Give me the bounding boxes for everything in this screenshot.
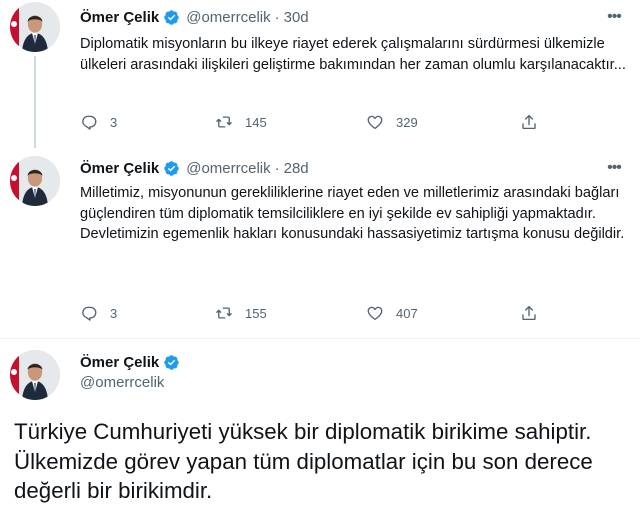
separator-dot: · xyxy=(274,159,280,177)
like-count: 329 xyxy=(396,114,418,130)
author-handle[interactable]: @omerrcelik xyxy=(186,9,270,26)
like-button[interactable]: 407 xyxy=(366,303,418,323)
timestamp[interactable]: 28d xyxy=(284,160,309,177)
author-name[interactable]: Ömer Çelik xyxy=(80,9,159,26)
tweet-1[interactable]: Ömer Çelik @omerrcelik · 30d ••• Diploma… xyxy=(0,0,640,148)
like-button[interactable]: 329 xyxy=(366,112,418,132)
featured-tweet-text: Türkiye Cumhuriyeti yüksek bir diplomati… xyxy=(14,419,593,503)
retweet-count: 155 xyxy=(245,305,267,321)
author-name[interactable]: Ömer Çelik xyxy=(80,160,159,177)
share-icon xyxy=(520,304,538,322)
share-button[interactable] xyxy=(520,112,538,132)
timestamp[interactable]: 30d xyxy=(284,9,309,26)
verified-badge-icon xyxy=(163,9,180,26)
author-name[interactable]: Ömer Çelik xyxy=(80,354,159,371)
like-icon xyxy=(366,304,384,322)
verified-badge-icon xyxy=(163,354,180,371)
reply-icon xyxy=(80,113,98,131)
featured-header: Ömer Çelik xyxy=(80,352,180,372)
avatar[interactable] xyxy=(10,2,60,52)
reply-button[interactable]: 3 xyxy=(80,112,117,132)
tweet-header: Ömer Çelik @omerrcelik · 30d xyxy=(80,7,309,27)
retweet-count: 145 xyxy=(245,114,267,130)
tweet-text: Diplomatik misyonların bu ilkeye riayet … xyxy=(80,34,635,75)
retweet-button[interactable]: 155 xyxy=(215,303,267,323)
like-count: 407 xyxy=(396,305,418,321)
tweet-2[interactable]: Ömer Çelik @omerrcelik · 28d ••• Milleti… xyxy=(0,148,640,338)
avatar[interactable] xyxy=(10,156,60,206)
tweet-paragraph: Diplomatik misyonların bu ilkeye riayet … xyxy=(80,36,626,73)
tweet-paragraph: Devletimizin egemenlik hakları konusunda… xyxy=(80,226,625,242)
like-icon xyxy=(366,113,384,131)
tweet-actions: 3 145 329 xyxy=(80,112,540,132)
tweet-header: Ömer Çelik @omerrcelik · 28d xyxy=(80,158,309,178)
separator-dot: · xyxy=(274,8,280,26)
reply-count: 3 xyxy=(110,305,118,321)
author-handle[interactable]: @omerrcelik xyxy=(80,374,164,391)
reply-button[interactable]: 3 xyxy=(80,303,117,323)
tweet-paragraph: Milletimiz, misyonunun gerekliliklerine … xyxy=(80,185,620,222)
retweet-icon xyxy=(215,304,233,322)
verified-badge-icon xyxy=(163,160,180,177)
retweet-button[interactable]: 145 xyxy=(215,112,267,132)
share-button[interactable] xyxy=(520,303,538,323)
reply-icon xyxy=(80,304,98,322)
tweet-text: Milletimiz, misyonunun gerekliliklerine … xyxy=(80,183,635,245)
more-options-icon[interactable]: ••• xyxy=(604,7,624,27)
tweet-actions: 3 155 407 xyxy=(80,303,540,323)
share-icon xyxy=(520,113,538,131)
avatar[interactable] xyxy=(10,350,60,400)
divider xyxy=(0,338,640,339)
more-options-icon[interactable]: ••• xyxy=(604,158,624,178)
reply-count: 3 xyxy=(110,114,118,130)
thread-line xyxy=(34,56,36,148)
author-handle[interactable]: @omerrcelik xyxy=(186,160,270,177)
retweet-icon xyxy=(215,113,233,131)
